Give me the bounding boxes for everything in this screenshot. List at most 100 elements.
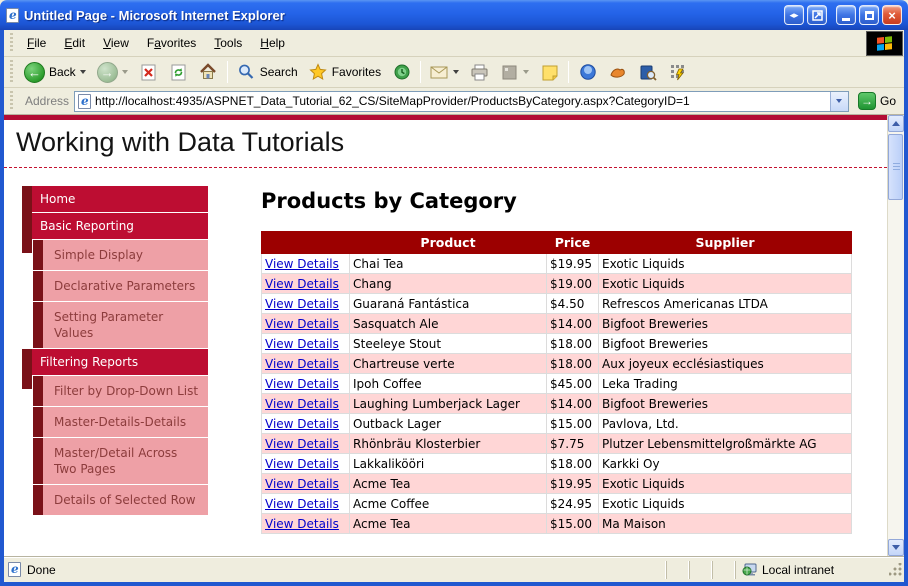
discuss-button[interactable] (535, 61, 564, 84)
resize-grip[interactable] (889, 563, 902, 576)
table-row: View Details Acme Tea $15.00 Ma Maison (261, 513, 852, 534)
refresh-button[interactable] (164, 61, 193, 84)
cell-price: $19.95 (546, 473, 599, 494)
view-details-link[interactable]: View Details (265, 397, 339, 411)
title-bar[interactable]: Untitled Page - Microsoft Internet Explo… (0, 0, 908, 30)
menu-file[interactable]: File (18, 32, 55, 54)
sidebar-item-home[interactable]: Home (22, 186, 208, 226)
back-button[interactable]: ← Back (19, 60, 91, 85)
sidebar-item-filtering-reports[interactable]: Filtering Reports (22, 349, 208, 389)
menu-tools[interactable]: Tools (205, 32, 251, 54)
view-details-link[interactable]: View Details (265, 337, 339, 351)
cell-supplier: Bigfoot Breweries (598, 333, 852, 354)
view-details-link[interactable]: View Details (265, 297, 339, 311)
scroll-up-button[interactable] (888, 115, 904, 132)
window-detach-button[interactable] (807, 5, 827, 25)
window-resize-arrows-button[interactable]: ◂▸ (784, 5, 804, 25)
view-details-link[interactable]: View Details (265, 497, 339, 511)
view-details-link[interactable]: View Details (265, 377, 339, 391)
view-details-link[interactable]: View Details (265, 437, 339, 451)
view-details-link[interactable]: View Details (265, 357, 339, 371)
menu-edit[interactable]: Edit (55, 32, 94, 54)
forward-dropdown-icon[interactable] (121, 70, 128, 74)
cell-supplier: Karkki Oy (598, 453, 852, 474)
scrollbar-thumb[interactable] (888, 134, 903, 200)
scroll-down-button[interactable] (888, 539, 904, 556)
research-button[interactable] (633, 61, 662, 84)
view-details-link[interactable]: View Details (265, 317, 339, 331)
stop-button[interactable] (134, 61, 163, 84)
cell-supplier: Bigfoot Breweries (598, 313, 852, 334)
status-pane (689, 560, 712, 579)
sidebar-item-simple-display[interactable]: Simple Display (22, 240, 208, 270)
sidebar-item-master-detail-across-two-pages[interactable]: Master/Detail Across Two Pages (22, 438, 208, 484)
column-header-price: Price (546, 231, 599, 254)
table-header-row: Product Price Supplier (261, 231, 852, 254)
mail-dropdown-icon[interactable] (453, 70, 460, 74)
edit-dropdown-icon[interactable] (523, 70, 530, 74)
back-label: Back (49, 65, 76, 79)
forward-button[interactable]: → (92, 60, 133, 85)
view-details-link[interactable]: View Details (265, 457, 339, 471)
address-input[interactable]: http://localhost:4935/ASPNET_Data_Tutori… (74, 90, 849, 112)
print-button[interactable] (465, 61, 494, 84)
extension-button[interactable] (603, 61, 632, 84)
cell-view-details: View Details (261, 453, 350, 474)
sidebar-item-basic-reporting[interactable]: Basic Reporting (22, 213, 208, 253)
window-title: Untitled Page - Microsoft Internet Explo… (24, 7, 285, 23)
print-icon (470, 63, 489, 82)
cell-view-details: View Details (261, 393, 350, 414)
cell-price: $19.00 (546, 273, 599, 294)
view-details-link[interactable]: View Details (265, 277, 339, 291)
cell-price: $18.00 (546, 353, 599, 374)
sidebar-item-declarative-parameters[interactable]: Declarative Parameters (22, 271, 208, 301)
view-details-link[interactable]: View Details (265, 257, 339, 271)
menubar-grip[interactable] (8, 32, 16, 54)
go-button[interactable]: → Go (854, 91, 900, 111)
detach-icon (811, 9, 823, 21)
back-dropdown-icon[interactable] (79, 70, 86, 74)
mail-button[interactable] (425, 61, 464, 84)
cell-price: $24.95 (546, 493, 599, 514)
grid-lightning-icon (668, 63, 687, 82)
sidebar-item-label: Basic Reporting (32, 213, 208, 239)
home-button[interactable] (194, 61, 223, 84)
minimize-button[interactable] (836, 5, 856, 25)
view-details-link[interactable]: View Details (265, 477, 339, 491)
menu-help[interactable]: Help (251, 32, 294, 54)
scrollbar-track[interactable] (888, 132, 904, 539)
sidebar-item-master-details-details[interactable]: Master-Details-Details (22, 407, 208, 437)
edit-button[interactable] (495, 61, 534, 84)
vertical-scrollbar[interactable] (887, 115, 904, 556)
quicklinks-button[interactable] (663, 61, 692, 84)
view-details-link[interactable]: View Details (265, 517, 339, 531)
sidebar-item-label: Filtering Reports (32, 349, 208, 375)
extension-icon (608, 63, 627, 82)
search-button[interactable]: Search (232, 61, 303, 84)
view-details-link[interactable]: View Details (265, 417, 339, 431)
addressbar-grip[interactable] (8, 90, 16, 112)
messenger-button[interactable] (573, 61, 602, 84)
sidebar-item-filter-by-drop-down-list[interactable]: Filter by Drop-Down List (22, 376, 208, 406)
chevron-down-icon (836, 99, 843, 103)
address-bar: Address http://localhost:4935/ASPNET_Dat… (4, 88, 904, 115)
cell-view-details: View Details (261, 433, 350, 454)
address-dropdown-button[interactable] (829, 91, 848, 111)
sidebar-gutter (33, 271, 43, 301)
ie-throbber (866, 30, 903, 56)
history-button[interactable] (387, 61, 416, 84)
ie-page-icon (6, 7, 19, 23)
menu-bar: File Edit View Favorites Tools Help (4, 30, 904, 57)
favorites-button[interactable]: Favorites (304, 61, 386, 84)
sidebar-item-details-of-selected-row[interactable]: Details of Selected Row (22, 485, 208, 515)
menu-favorites[interactable]: Favorites (138, 32, 205, 54)
address-url[interactable]: http://localhost:4935/ASPNET_Data_Tutori… (95, 94, 826, 108)
cell-price: $14.00 (546, 313, 599, 334)
sidebar-item-setting-parameter-values[interactable]: Setting Parameter Values (22, 302, 208, 348)
maximize-button[interactable] (859, 5, 879, 25)
toolbar-grip[interactable] (8, 60, 16, 84)
table-row: View Details Rhönbräu Klosterbier $7.75 Plu… (261, 433, 852, 454)
menu-view[interactable]: View (94, 32, 138, 54)
close-button[interactable]: × (882, 5, 902, 25)
cell-view-details: View Details (261, 253, 350, 274)
